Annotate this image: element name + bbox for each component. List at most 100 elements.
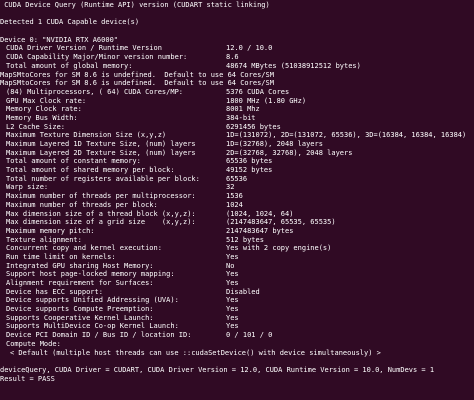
prop-key: Max dimension size of a thread block (x,… — [6, 209, 196, 218]
prop-row: Total amount of global memory: 48674 MByt… — [0, 62, 474, 71]
prop-key: Texture alignment: — [6, 235, 82, 244]
prop-row: Device has ECC support: Disabled — [0, 288, 474, 297]
prop-row: Total amount of constant memory: 65536 by… — [0, 157, 474, 166]
prop-key: (84) Multiprocessors, ( 64) CUDA Cores/M… — [6, 87, 184, 96]
prop-key: Device has ECC support: — [6, 287, 103, 296]
prop-key: Integrated GPU sharing Host Memory: — [6, 261, 154, 270]
prop-key: Device supports Compute Preemption: — [6, 305, 154, 314]
prop-key: Support host page-locked memory mapping: — [6, 270, 175, 279]
prop-key: Alignment requirement for Surfaces: — [6, 279, 154, 287]
prop-row: (84) Multiprocessors, ( 64) CUDA Cores/M… — [0, 88, 474, 97]
device-line: Device 0: "NVIDIA RTX A6000" — [0, 35, 119, 44]
prop-key: Maximum Layered 1D Texture Size, (num) l… — [6, 140, 196, 148]
prop-key: Device PCI Domain ID / Bus ID / location… — [6, 331, 192, 340]
prop-value: 6291456 bytes — [226, 122, 281, 131]
prop-value: 48674 MBytes (51038912512 bytes) — [226, 61, 361, 70]
prop-key: Total number of registers available per … — [6, 174, 200, 183]
device-properties-list: (84) Multiprocessors, ( 64) CUDA Cores/M… — [0, 88, 474, 340]
prop-row: Concurrent copy and kernel execution: Yes… — [0, 244, 474, 253]
prop-row: Maximum Layered 1D Texture Size, (num) l… — [0, 140, 474, 149]
prop-key: Maximum number of threads per multiproce… — [6, 192, 196, 201]
map-warning-line: MapSMtoCores for SM 8.6 is undefined. De… — [0, 79, 274, 88]
prop-value: Yes — [226, 270, 239, 279]
prop-value: 5376 CUDA Cores — [226, 87, 290, 96]
prop-row: Run time limit on kernels: Yes — [0, 253, 474, 262]
prop-row: Device supports Compute Preemption: Yes — [0, 305, 474, 314]
prop-row: Maximum number of threads per multiproce… — [0, 192, 474, 201]
header-line: CUDA Device Query (Runtime API) version … — [0, 1, 270, 9]
prop-key: L2 Cache Size: — [6, 122, 66, 131]
prop-key: Maximum memory pitch: — [6, 226, 95, 235]
prop-row: Device PCI Domain ID / Bus ID / location… — [0, 331, 474, 340]
prop-value: 1536 — [226, 192, 243, 201]
prop-value: 1800 MHz (1.80 GHz) — [226, 96, 307, 105]
terminal-window[interactable]: CUDA Device Query (Runtime API) version … — [0, 0, 474, 400]
prop-row: Max dimension size of a grid size (x,y,z… — [0, 218, 474, 227]
prop-value: 12.0 / 10.0 — [226, 44, 273, 53]
prop-value: 512 bytes — [226, 235, 264, 244]
prop-row: Supports Cooperative Kernel Launch: Yes — [0, 314, 474, 323]
prop-key: Memory Clock rate: — [6, 105, 82, 114]
prop-row: Memory Bus Width: 384-bit — [0, 114, 474, 123]
prop-value: Yes — [226, 305, 239, 314]
prop-value: 0 / 101 / 0 — [226, 331, 273, 340]
prop-value: 2147483647 bytes — [226, 226, 294, 235]
prop-row: Maximum Texture Dimension Size (x,y,z) 1D… — [0, 131, 474, 140]
prop-row: Memory Clock rate: 8001 Mhz — [0, 105, 474, 114]
compute-mode-label: Compute Mode: — [6, 339, 61, 348]
prop-row: Supports MultiDevice Co-op Kernel Launch… — [0, 322, 474, 331]
prop-key: Maximum number of threads per block: — [6, 200, 158, 209]
prop-row: GPU Max Clock rate: 1800 MHz (1.80 GHz) — [0, 97, 474, 106]
prop-key: Max dimension size of a grid size (x,y,z… — [6, 218, 196, 227]
prop-row: Maximum memory pitch: 2147483647 bytes — [0, 227, 474, 236]
prop-value: Yes — [226, 322, 239, 331]
prop-key: GPU Max Clock rate: — [6, 96, 87, 105]
prop-value: 49152 bytes — [226, 166, 273, 175]
prop-row: Texture alignment: 512 bytes — [0, 236, 474, 245]
prop-value: 65536 — [226, 174, 248, 183]
prop-value: 1D=(131072), 2D=(131072, 65536), 3D=(163… — [226, 131, 467, 140]
prop-value: Yes — [226, 313, 239, 322]
prop-value: (1024, 1024, 64) — [226, 209, 294, 218]
prop-row: Alignment requirement for Surfaces: Yes — [0, 279, 474, 288]
prop-value: 32 — [226, 183, 235, 192]
prop-row: Integrated GPU sharing Host Memory: No — [0, 262, 474, 271]
prop-row: CUDA Driver Version / Runtime Version 12.… — [0, 44, 474, 53]
prop-value: Yes — [226, 296, 239, 305]
prop-key: Supports Cooperative Kernel Launch: — [6, 313, 154, 322]
prop-row: Total amount of shared memory per block:… — [0, 166, 474, 175]
prop-value: 65536 bytes — [226, 157, 273, 166]
prop-key: Run time limit on kernels: — [6, 252, 116, 261]
prop-value: Disabled — [226, 287, 260, 296]
compute-mode-value: < Default (multiple host threads can use… — [10, 348, 381, 357]
prop-key: Total amount of global memory: — [6, 61, 133, 70]
prop-key: CUDA Driver Version / Runtime Version — [6, 44, 162, 53]
summary-line: deviceQuery, CUDA Driver = CUDART, CUDA … — [0, 365, 435, 374]
prop-value: 384-bit — [226, 113, 256, 122]
prop-row: Total number of registers available per … — [0, 175, 474, 184]
prop-row: Maximum number of threads per block: 1024 — [0, 201, 474, 210]
detected-line: Detected 1 CUDA Capable device(s) — [0, 18, 140, 27]
prop-row: Device supports Unified Addressing (UVA)… — [0, 296, 474, 305]
prop-value: Yes — [226, 279, 239, 287]
prop-value: Yes with 2 copy engine(s) — [226, 244, 332, 253]
prop-key: Device supports Unified Addressing (UVA)… — [6, 296, 179, 305]
prop-key: Concurrent copy and kernel execution: — [6, 244, 162, 253]
prop-value: 1D=(32768), 2048 layers — [226, 140, 323, 148]
prop-row: Maximum Layered 2D Texture Size, (num) l… — [0, 149, 474, 158]
prop-row: Support host page-locked memory mapping:… — [0, 270, 474, 279]
prop-row: Max dimension size of a thread block (x,… — [0, 210, 474, 219]
prop-row: CUDA Capability Major/Minor version numb… — [0, 53, 474, 62]
prop-key: Total amount of constant memory: — [6, 157, 141, 166]
prop-key: Maximum Texture Dimension Size (x,y,z) — [6, 131, 167, 140]
prop-key: Total amount of shared memory per block: — [6, 166, 175, 175]
prop-value: 2D=(32768, 32768), 2048 layers — [226, 148, 353, 157]
prop-value: (2147483647, 65535, 65535) — [226, 218, 336, 227]
prop-value: No — [226, 261, 235, 270]
prop-key: CUDA Capability Major/Minor version numb… — [6, 53, 188, 62]
prop-key: Warp size: — [6, 183, 49, 192]
prop-value: 8001 Mhz — [226, 105, 260, 114]
